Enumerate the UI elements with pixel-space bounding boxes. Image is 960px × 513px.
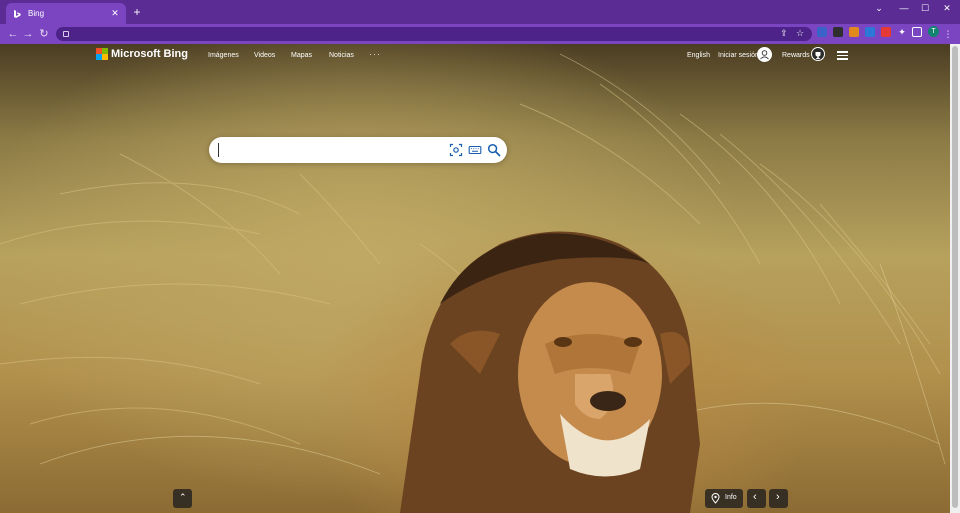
keyboard-icon[interactable] bbox=[468, 143, 482, 157]
page-scrollbar[interactable] bbox=[950, 44, 960, 513]
lock-icon bbox=[63, 31, 69, 37]
minimize-button[interactable]: — bbox=[893, 0, 915, 24]
reload-button[interactable]: ↻ bbox=[37, 27, 51, 41]
logo-text: Microsoft Bing bbox=[111, 48, 188, 60]
more-menu-button[interactable]: ··· bbox=[369, 49, 381, 59]
tab-title: Bing bbox=[28, 9, 45, 18]
extension-video-icon[interactable] bbox=[881, 27, 891, 37]
extension-tool-icon[interactable] bbox=[833, 27, 843, 37]
tab-search-button[interactable]: ⌄ bbox=[868, 0, 890, 24]
tab-close-button[interactable]: ✕ bbox=[110, 8, 120, 19]
bing-logo[interactable]: Microsoft Bing bbox=[96, 48, 188, 60]
chevron-left-icon: ‹ bbox=[753, 491, 757, 503]
address-input[interactable] bbox=[77, 29, 805, 39]
extension-bookmark-icon[interactable] bbox=[817, 27, 827, 37]
person-icon bbox=[760, 50, 769, 60]
chevron-right-icon: › bbox=[776, 491, 780, 503]
new-tab-button[interactable]: + bbox=[130, 5, 144, 19]
nav-maps[interactable]: Mapas bbox=[291, 52, 312, 59]
nav-news[interactable]: Noticias bbox=[329, 52, 354, 59]
lion-illustration bbox=[400, 231, 700, 513]
location-pin-icon bbox=[711, 493, 720, 504]
extension-office-icon[interactable] bbox=[849, 27, 859, 37]
close-window-button[interactable]: ✕ bbox=[936, 0, 958, 24]
next-image-button[interactable]: › bbox=[769, 489, 788, 508]
hamburger-menu-icon[interactable] bbox=[837, 51, 848, 60]
bing-homepage: Microsoft Bing Imágenes Videos Mapas Not… bbox=[0, 44, 950, 513]
rewards-trophy-icon[interactable] bbox=[811, 47, 825, 61]
visual-search-icon[interactable] bbox=[449, 143, 463, 157]
scroll-up-button[interactable]: ⌃ bbox=[173, 489, 192, 508]
nav-images[interactable]: Imágenes bbox=[208, 52, 239, 59]
info-button[interactable]: Info bbox=[705, 489, 743, 508]
search-icon[interactable] bbox=[487, 143, 501, 157]
active-tab[interactable]: Bing ✕ bbox=[6, 3, 126, 24]
previous-image-button[interactable]: ‹ bbox=[747, 489, 766, 508]
nav-videos[interactable]: Videos bbox=[254, 52, 275, 59]
browser-menu-icon[interactable]: ⋮ bbox=[940, 24, 956, 44]
side-panel-icon[interactable] bbox=[912, 27, 922, 37]
microsoft-logo-icon bbox=[96, 48, 108, 60]
bing-header: Microsoft Bing Imágenes Videos Mapas Not… bbox=[0, 44, 950, 68]
profile-avatar[interactable]: T bbox=[928, 26, 939, 37]
browser-toolbar: ← → ↻ ⇪ ☆ bbox=[0, 24, 960, 44]
bookmark-star-icon[interactable]: ☆ bbox=[794, 27, 806, 39]
share-icon[interactable]: ⇪ bbox=[778, 27, 790, 39]
back-button[interactable]: ← bbox=[6, 27, 20, 41]
forward-button[interactable]: → bbox=[21, 27, 35, 41]
user-avatar[interactable] bbox=[757, 47, 772, 62]
address-bar[interactable] bbox=[56, 27, 812, 41]
info-label: Info bbox=[725, 494, 737, 501]
sign-in-link[interactable]: Iniciar sesión bbox=[718, 52, 759, 59]
bing-favicon-icon bbox=[14, 9, 21, 18]
tab-strip: Bing ✕ + ⌄ — ☐ ✕ bbox=[0, 0, 960, 24]
language-link[interactable]: English bbox=[687, 52, 710, 59]
maximize-button[interactable]: ☐ bbox=[914, 0, 936, 24]
search-box bbox=[209, 137, 507, 163]
scrollbar-thumb[interactable] bbox=[952, 46, 958, 508]
extensions-puzzle-icon[interactable]: ✦ bbox=[897, 27, 907, 37]
extension-translate-icon[interactable] bbox=[865, 27, 875, 37]
search-input[interactable] bbox=[218, 143, 438, 157]
chevron-up-icon: ⌃ bbox=[179, 492, 187, 502]
rewards-link[interactable]: Rewards bbox=[782, 52, 810, 59]
